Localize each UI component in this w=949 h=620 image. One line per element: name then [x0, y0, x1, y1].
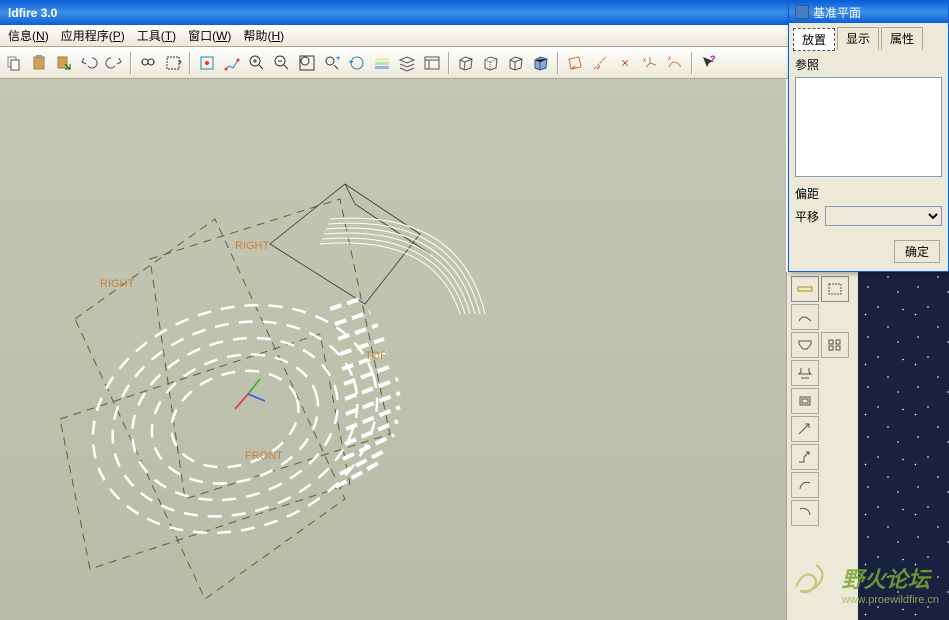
- refit-button[interactable]: [345, 51, 369, 75]
- hidden-line-button[interactable]: [479, 51, 503, 75]
- watermark-title: 野火论坛: [842, 562, 939, 594]
- datum-plane-button[interactable]: [563, 51, 587, 75]
- zoom-window-button[interactable]: [320, 51, 344, 75]
- feature-btn-10[interactable]: [791, 472, 819, 498]
- find-button[interactable]: [136, 51, 160, 75]
- datum-axis-button[interactable]: [588, 51, 612, 75]
- menu-help[interactable]: 帮助(H): [237, 24, 290, 47]
- dialog-body: 参照 偏距 平移: [789, 50, 948, 238]
- help-cursor-button[interactable]: ?: [697, 51, 721, 75]
- wireframe-button[interactable]: [454, 51, 478, 75]
- translate-select[interactable]: [825, 206, 942, 226]
- redo-button[interactable]: [102, 51, 126, 75]
- feature-btn-2[interactable]: [821, 276, 849, 302]
- svg-text:x: x: [643, 58, 646, 64]
- undo-button[interactable]: [77, 51, 101, 75]
- watermark-logo-icon: [786, 557, 834, 610]
- separator: [557, 52, 559, 74]
- datum-label-right: RIGHT: [100, 278, 135, 290]
- offset-label: 偏距: [795, 185, 942, 202]
- sketch-button[interactable]: [220, 51, 244, 75]
- datum-label-right2: RIGHT: [235, 240, 270, 252]
- tab-placement[interactable]: 放置: [793, 28, 835, 51]
- datum-label-front: FRONT: [245, 450, 283, 462]
- tab-properties[interactable]: 属性: [881, 27, 923, 50]
- datum-label-top: TOP: [365, 350, 387, 362]
- dialog-tabs: 放置 显示 属性: [789, 23, 948, 50]
- no-hidden-button[interactable]: [504, 51, 528, 75]
- translate-label: 平移: [795, 208, 819, 225]
- model-viewport[interactable]: RIGHT RIGHT TOP FRONT: [0, 79, 786, 620]
- feature-btn-7[interactable]: [791, 388, 819, 414]
- feature-btn-11[interactable]: [791, 500, 819, 526]
- feature-btn-3[interactable]: [791, 304, 819, 330]
- dialog-title-text: 基准平面: [813, 4, 861, 21]
- copy-button[interactable]: [2, 51, 26, 75]
- references-label: 参照: [795, 56, 942, 73]
- view-manager-button[interactable]: [420, 51, 444, 75]
- menu-tools[interactable]: 工具(T): [131, 24, 182, 47]
- ok-button[interactable]: 确定: [894, 240, 940, 263]
- paste-special-button[interactable]: [52, 51, 76, 75]
- references-listbox[interactable]: [795, 77, 942, 177]
- svg-text:x: x: [668, 56, 671, 62]
- dialog-titlebar[interactable]: 基准平面: [789, 1, 948, 23]
- svg-text:?: ?: [710, 54, 716, 64]
- feature-btn-8[interactable]: [791, 416, 819, 442]
- separator: [691, 52, 693, 74]
- datum-csys-button[interactable]: x: [638, 51, 662, 75]
- menu-info[interactable]: 信息(N): [2, 24, 55, 47]
- feature-btn-1[interactable]: [791, 276, 819, 302]
- zoom-in-button[interactable]: [245, 51, 269, 75]
- watermark-url: www.proewildfire.cn: [842, 594, 939, 606]
- feature-btn-6[interactable]: [791, 360, 819, 386]
- menu-app[interactable]: 应用程序(P): [55, 24, 131, 47]
- feature-btn-9[interactable]: [791, 444, 819, 470]
- datum-point-button[interactable]: [613, 51, 637, 75]
- app-title: ldfire 3.0: [8, 6, 57, 20]
- feature-btn-4[interactable]: [791, 332, 819, 358]
- model-canvas[interactable]: RIGHT RIGHT TOP FRONT: [0, 79, 786, 620]
- paste-button[interactable]: [27, 51, 51, 75]
- layers-button[interactable]: [395, 51, 419, 75]
- menu-window[interactable]: 窗口(W): [182, 24, 237, 47]
- separator: [448, 52, 450, 74]
- feature-btn-5[interactable]: [821, 332, 849, 358]
- watermark: 野火论坛 www.proewildfire.cn: [786, 557, 939, 610]
- shaded-button[interactable]: [529, 51, 553, 75]
- named-views-button[interactable]: [370, 51, 394, 75]
- datum-plane-dialog: 基准平面 放置 显示 属性 参照 偏距 平移 确定: [788, 0, 949, 272]
- tab-display[interactable]: 显示: [837, 27, 879, 50]
- regen-button[interactable]: [195, 51, 219, 75]
- separator: [130, 52, 132, 74]
- separator: [189, 52, 191, 74]
- zoom-out-button[interactable]: [270, 51, 294, 75]
- select-button[interactable]: [161, 51, 185, 75]
- datum-curve-button[interactable]: x: [663, 51, 687, 75]
- zoom-fit-button[interactable]: [295, 51, 319, 75]
